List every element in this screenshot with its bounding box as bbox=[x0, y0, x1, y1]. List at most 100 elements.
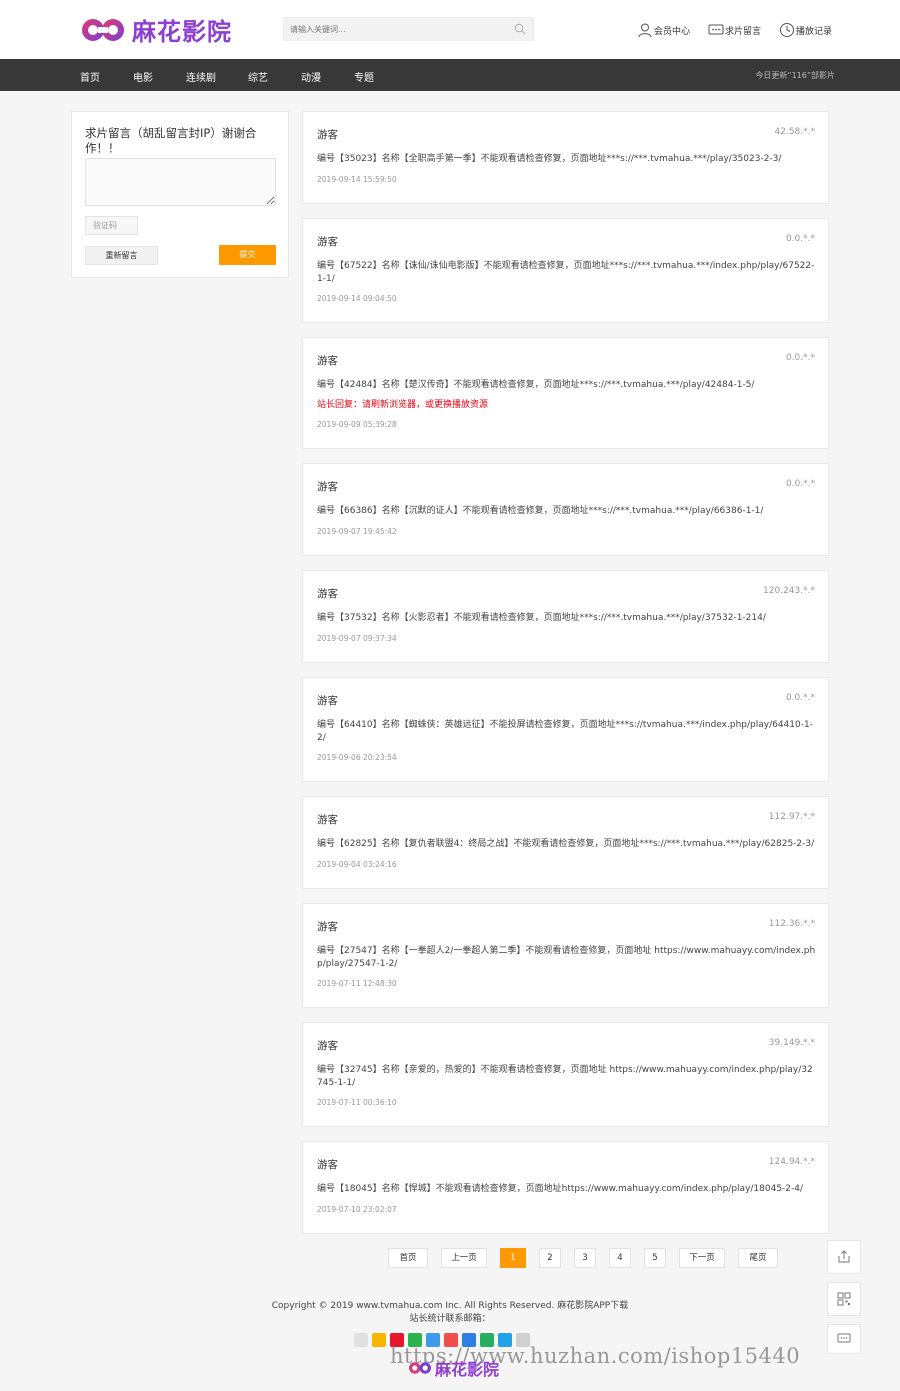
message-body: 编号【37532】名称【火影忍者】不能观看请检查修复，页面地址***s://**… bbox=[317, 612, 817, 645]
message-time: 2019-07-11 00:36:10 bbox=[317, 1098, 397, 1107]
header-links: 会员中心 求片留言 播放记录 bbox=[637, 22, 850, 38]
message-ip: 0.0.*.* bbox=[785, 234, 815, 244]
message-time: 2019-09-14 15:59:50 bbox=[317, 174, 397, 184]
message-body: 编号【18045】名称【悍城】不能观看请检查修复，页面地址https://www… bbox=[317, 1183, 817, 1216]
captcha-input[interactable]: 验证码 bbox=[85, 216, 138, 235]
admin-reply: 站长回复：请刷新浏览器，或更换播放资源 bbox=[317, 399, 489, 410]
watermark-logo-icon bbox=[409, 1362, 431, 1374]
message-ip: 124.94.*.* bbox=[768, 1157, 815, 1167]
message-time: 2019-09-14 09:04:50 bbox=[317, 294, 397, 303]
user-icon bbox=[638, 23, 652, 38]
message-text: 编号【66386】名称【沉默的证人】不能观看请检查修复，页面地址***s://*… bbox=[317, 506, 764, 516]
message-text: 编号【62825】名称【复仇者联盟4：终局之战】不能观看请检查修复，页面地址**… bbox=[317, 839, 815, 849]
pagination: 首页 上一页 1 2 3 4 5 下一页 尾页 bbox=[388, 1248, 791, 1268]
main-nav: 首页 电影 连续剧 综艺 动漫 专题 今日更新“116”部影片 bbox=[0, 59, 900, 91]
feedback-tool-button[interactable] bbox=[827, 1324, 861, 1354]
member-center-label: 会员中心 bbox=[654, 26, 691, 37]
nav-home[interactable]: 首页 bbox=[80, 69, 100, 84]
message-body: 编号【32745】名称【亲爱的，热爱的】不能观看请检查修复，页面地址 https… bbox=[317, 1064, 817, 1110]
message-ip: 42.58.*.* bbox=[774, 127, 816, 137]
message-body: 编号【35023】名称【全职高手第一季】不能观看请检查修复，页面地址***s:/… bbox=[317, 153, 817, 186]
site-header: 麻花影院 会员中心 求片留言 bbox=[0, 0, 900, 59]
page-prev[interactable]: 上一页 bbox=[441, 1248, 487, 1268]
message-body: 编号【66386】名称【沉默的证人】不能观看请检查修复，页面地址***s://*… bbox=[317, 505, 817, 538]
submit-button[interactable]: 提交 bbox=[219, 245, 276, 265]
site-name: 麻花影院 bbox=[132, 17, 232, 46]
message-ip: 0.0.*.* bbox=[785, 693, 815, 703]
nav-variety[interactable]: 综艺 bbox=[248, 69, 268, 84]
message-text: 编号【67522】名称【诛仙/诛仙电影版】不能观看请检查修复，页面地址***s:… bbox=[317, 261, 815, 284]
page-5[interactable]: 5 bbox=[644, 1248, 666, 1268]
message-text: 编号【35023】名称【全职高手第一季】不能观看请检查修复，页面地址***s:/… bbox=[317, 154, 782, 164]
message-user: 游客 bbox=[317, 236, 338, 248]
page-first[interactable]: 首页 bbox=[388, 1248, 428, 1268]
message-time: 2019-09-07 09:37:34 bbox=[317, 633, 397, 643]
message-user: 游客 bbox=[317, 481, 338, 493]
site-footer: Copyright © 2019 www.tvmahua.com Inc. Al… bbox=[0, 1300, 900, 1326]
reset-button[interactable]: 重新留言 bbox=[85, 246, 158, 265]
share-more-icon[interactable] bbox=[354, 1333, 368, 1347]
message-text: 编号【64410】名称【蜘蛛侠：英雄远征】不能投屏请检查修复，页面地址***s:… bbox=[317, 720, 813, 743]
message-body: 编号【64410】名称【蜘蛛侠：英雄远征】不能投屏请检查修复，页面地址***s:… bbox=[317, 719, 817, 765]
message-time: 2019-09-04 03:24:16 bbox=[317, 859, 397, 869]
search-input[interactable] bbox=[284, 18, 504, 40]
message-textarea[interactable] bbox=[85, 158, 276, 206]
nav-movies[interactable]: 电影 bbox=[133, 69, 153, 84]
message-text: 编号【32745】名称【亲爱的，热爱的】不能观看请检查修复，页面地址 https… bbox=[317, 1065, 813, 1088]
page-1[interactable]: 1 bbox=[500, 1248, 526, 1268]
message-body: 编号【42484】名称【楚汉传奇】不能观看请检查修复，页面地址***s://**… bbox=[317, 379, 817, 432]
message-item: 游客 0.0.*.* 编号【64410】名称【蜘蛛侠：英雄远征】不能投屏请检查修… bbox=[302, 677, 829, 782]
message-text: 编号【37532】名称【火影忍者】不能观看请检查修复，页面地址***s://**… bbox=[317, 613, 766, 623]
message-ip: 120.243.*.* bbox=[763, 586, 815, 596]
watermark-logo: 麻花影院 bbox=[408, 1356, 499, 1380]
share-icon bbox=[838, 1250, 850, 1263]
message-text: 编号【42484】名称【楚汉传奇】不能观看请检查修复，页面地址***s://**… bbox=[317, 380, 755, 390]
play-history-link[interactable]: 播放记录 bbox=[779, 22, 832, 38]
message-ip: 112.97.*.* bbox=[768, 812, 815, 822]
update-count: 今日更新“116”部影片 bbox=[755, 71, 835, 80]
message-body: 编号【62825】名称【复仇者联盟4：终局之战】不能观看请检查修复，页面地址**… bbox=[317, 838, 817, 871]
message-icon bbox=[708, 24, 724, 35]
message-user: 游客 bbox=[317, 1040, 338, 1052]
message-text: 编号【27547】名称【一拳超人2/一拳超人第二季】不能观看请检查修复，页面地址… bbox=[317, 946, 816, 969]
message-form: 求片留言（胡乱留言封IP）谢谢合作！！ 验证码 重新留言 提交 bbox=[71, 111, 289, 278]
message-item: 游客 112.36.*.* 编号【27547】名称【一拳超人2/一拳超人第二季】… bbox=[302, 903, 829, 1008]
page-next[interactable]: 下一页 bbox=[679, 1248, 725, 1268]
message-user: 游客 bbox=[317, 129, 338, 141]
play-history-label: 播放记录 bbox=[796, 26, 833, 37]
contact-text: 站长统计联系邮箱： bbox=[409, 1314, 491, 1324]
message-time: 2019-09-06 20:23:54 bbox=[317, 753, 397, 762]
nav-anime[interactable]: 动漫 bbox=[301, 69, 321, 84]
member-center-link[interactable]: 会员中心 bbox=[637, 22, 690, 38]
message-time: 2019-07-10 23:02:07 bbox=[317, 1204, 397, 1214]
logo-icon bbox=[82, 18, 124, 41]
page-last[interactable]: 尾页 bbox=[738, 1248, 778, 1268]
nav-topics[interactable]: 专题 bbox=[354, 69, 374, 84]
message-item: 游客 0.0.*.* 编号【66386】名称【沉默的证人】不能观看请检查修复，页… bbox=[302, 463, 829, 556]
watermark-logo-text: 麻花影院 bbox=[435, 1360, 500, 1379]
request-message-link[interactable]: 求片留言 bbox=[708, 22, 761, 38]
page-3[interactable]: 3 bbox=[574, 1248, 596, 1268]
message-body: 编号【27547】名称【一拳超人2/一拳超人第二季】不能观看请检查修复，页面地址… bbox=[317, 945, 817, 991]
request-message-label: 求片留言 bbox=[725, 26, 762, 37]
nav-series[interactable]: 连续剧 bbox=[186, 69, 216, 84]
message-user: 游客 bbox=[317, 1159, 338, 1171]
message-item: 游客 124.94.*.* 编号【18045】名称【悍城】不能观看请检查修复，页… bbox=[302, 1141, 829, 1234]
message-time: 2019-09-09 05:39:28 bbox=[317, 420, 397, 429]
message-user: 游客 bbox=[317, 814, 338, 826]
form-title: 求片留言（胡乱留言封IP）谢谢合作！！ bbox=[85, 126, 257, 155]
share-qzone-icon[interactable] bbox=[372, 1333, 386, 1347]
page-2[interactable]: 2 bbox=[539, 1248, 561, 1268]
message-user: 游客 bbox=[317, 355, 338, 367]
message-user: 游客 bbox=[317, 921, 338, 933]
search-box bbox=[283, 17, 534, 41]
message-item: 游客 39.149.*.* 编号【32745】名称【亲爱的，热爱的】不能观看请检… bbox=[302, 1022, 829, 1127]
message-body: 编号【67522】名称【诛仙/诛仙电影版】不能观看请检查修复，页面地址***s:… bbox=[317, 260, 817, 306]
page-4[interactable]: 4 bbox=[609, 1248, 631, 1268]
message-user: 游客 bbox=[317, 695, 338, 707]
share-tool-button[interactable] bbox=[827, 1240, 861, 1274]
search-icon[interactable] bbox=[514, 23, 526, 35]
message-ip: 0.0.*.* bbox=[785, 353, 815, 363]
site-logo[interactable]: 麻花影院 bbox=[80, 12, 232, 47]
chat-icon bbox=[837, 1333, 851, 1343]
